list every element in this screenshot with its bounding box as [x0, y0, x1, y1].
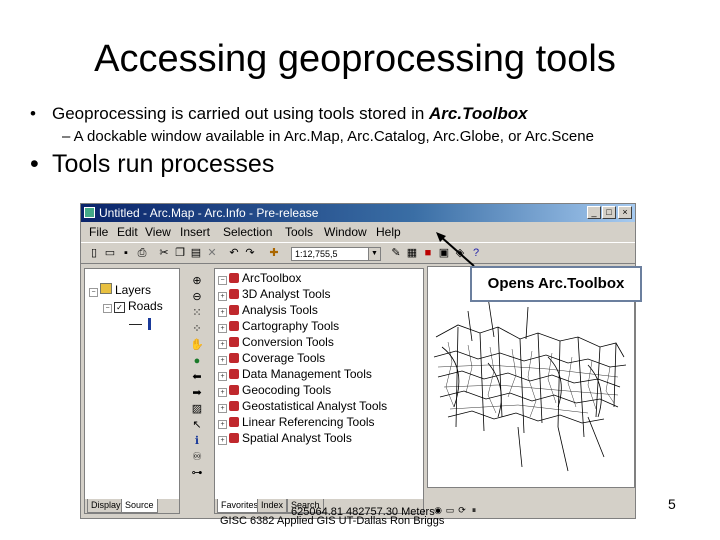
- opens-arctoolbox-callout: Opens Arc.Toolbox: [470, 266, 642, 302]
- page-number: 5: [668, 496, 676, 512]
- slide-footer: GISC 6382 Applied GIS UT-Dallas Ron Brig…: [220, 515, 445, 527]
